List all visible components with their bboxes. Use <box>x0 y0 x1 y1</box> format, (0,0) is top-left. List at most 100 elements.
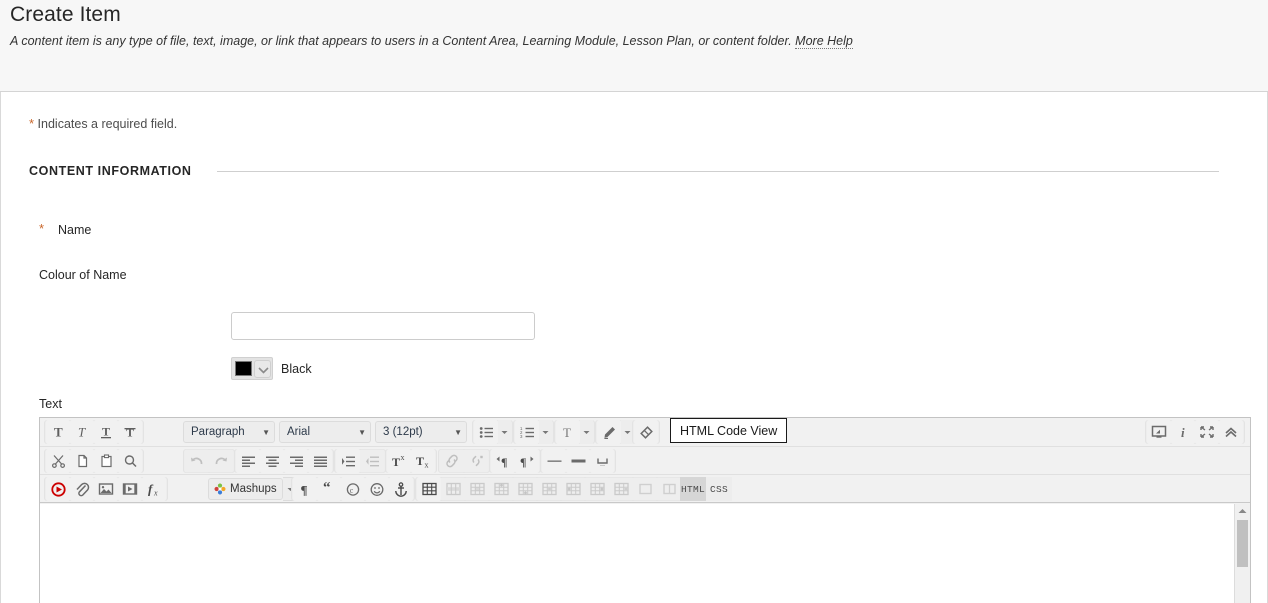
copy-icon[interactable] <box>70 449 94 473</box>
svg-text:T: T <box>54 425 63 440</box>
editor-content-area[interactable] <box>40 504 1250 603</box>
cut-scissors-icon[interactable] <box>46 449 70 473</box>
attach-paperclip-icon[interactable] <box>70 477 94 501</box>
section-title: CONTENT INFORMATION <box>29 164 204 178</box>
align-right-icon[interactable] <box>284 449 308 473</box>
css-view-button[interactable]: CSS <box>706 477 732 501</box>
math-formula-icon[interactable]: f x <box>142 477 166 501</box>
name-label: Name <box>58 223 91 237</box>
unlink-icon[interactable] <box>464 449 488 473</box>
preview-screen-icon[interactable] <box>1147 420 1171 444</box>
font-family-select[interactable]: Arial▼ <box>279 421 371 443</box>
insert-media-icon[interactable] <box>118 477 142 501</box>
numbered-list-dropdown-icon[interactable] <box>539 420 552 444</box>
bullet-list-dropdown-icon[interactable] <box>498 420 511 444</box>
horizontal-rule-thin-icon[interactable] <box>542 449 566 473</box>
svg-text:3: 3 <box>520 434 523 439</box>
strikethrough-icon[interactable]: T <box>118 420 142 444</box>
chevron-down-icon: ▼ <box>262 428 270 437</box>
info-icon[interactable]: i <box>1171 420 1195 444</box>
text-field-label: Text <box>39 397 62 411</box>
collapse-toolbar-chevron-icon[interactable] <box>1219 420 1243 444</box>
name-input[interactable] <box>231 312 535 340</box>
subscript-icon[interactable]: Tx <box>411 449 435 473</box>
colour-picker[interactable] <box>231 357 273 380</box>
anchor-icon[interactable] <box>389 477 413 501</box>
name-required-asterisk: * <box>39 221 44 236</box>
rtl-paragraph-icon[interactable]: ¶ <box>515 449 539 473</box>
editor-toolbar-row-1: T T T T Paragraph ▼ <box>40 418 1250 447</box>
remove-formatting-eraser-icon[interactable] <box>634 420 658 444</box>
table-row-properties-icon[interactable] <box>441 477 465 501</box>
svg-text:x: x <box>153 488 158 497</box>
chevron-down-icon[interactable] <box>254 360 271 378</box>
redo-icon[interactable] <box>209 449 233 473</box>
colour-swatch[interactable] <box>235 361 252 376</box>
horizontal-rule-thick-icon[interactable] <box>566 449 590 473</box>
link-icon[interactable] <box>440 449 464 473</box>
fullscreen-expand-icon[interactable] <box>1195 420 1219 444</box>
insert-image-icon[interactable] <box>94 477 118 501</box>
svg-text:x: x <box>424 461 428 469</box>
content-panel: * Indicates a required field. CONTENT IN… <box>0 92 1268 603</box>
svg-text:T: T <box>563 425 571 440</box>
paragraph-style-value: Paragraph <box>191 426 245 438</box>
copyright-icon[interactable]: c <box>341 477 365 501</box>
superscript-icon[interactable]: Tx <box>387 449 411 473</box>
non-breaking-space-icon[interactable] <box>590 449 614 473</box>
rich-text-editor: T T T T Paragraph ▼ <box>39 417 1251 603</box>
search-icon[interactable] <box>118 449 142 473</box>
svg-text:¶: ¶ <box>301 482 308 497</box>
paragraph-style-select[interactable]: Paragraph ▼ <box>183 421 275 443</box>
insert-table-icon[interactable] <box>417 477 441 501</box>
mashups-label: Mashups <box>230 483 277 495</box>
text-color-icon[interactable]: T <box>556 420 580 444</box>
page-description: A content item is any type of file, text… <box>10 34 853 48</box>
svg-text:T: T <box>416 454 424 468</box>
text-color-dropdown-icon[interactable] <box>580 420 593 444</box>
indent-icon[interactable] <box>336 449 360 473</box>
html-code-view-button[interactable]: HTML <box>680 477 706 501</box>
record-webcam-icon[interactable] <box>46 477 70 501</box>
font-size-select[interactable]: 3 (12pt)▼ <box>375 421 467 443</box>
more-help-link[interactable]: More Help <box>795 34 853 49</box>
emoji-icon[interactable] <box>365 477 389 501</box>
insert-row-after-icon[interactable] <box>513 477 537 501</box>
outdent-icon[interactable] <box>360 449 384 473</box>
split-cells-icon[interactable] <box>657 477 681 501</box>
blockquote-icon[interactable]: “ <box>317 477 341 501</box>
editor-toolbar-row-2: Tx Tx <box>40 447 1250 475</box>
align-left-icon[interactable] <box>236 449 260 473</box>
highlight-pen-icon[interactable] <box>597 420 621 444</box>
paste-icon[interactable] <box>94 449 118 473</box>
mashups-button[interactable]: Mashups <box>208 478 283 500</box>
editor-scrollbar[interactable] <box>1234 504 1250 603</box>
svg-text:T: T <box>126 426 134 440</box>
svg-text:“: “ <box>323 482 331 496</box>
html-code-view-tooltip: HTML Code View <box>670 418 787 443</box>
insert-column-after-icon[interactable] <box>585 477 609 501</box>
insert-column-before-icon[interactable] <box>561 477 585 501</box>
scroll-up-arrow-icon[interactable] <box>1235 504 1250 518</box>
bold-icon[interactable]: T <box>46 420 70 444</box>
page-header: Create Item A content item is any type o… <box>0 0 1268 92</box>
undo-icon[interactable] <box>185 449 209 473</box>
svg-text:T: T <box>392 455 400 468</box>
numbered-list-icon[interactable]: 1 2 3 <box>515 420 539 444</box>
merge-cells-icon[interactable] <box>633 477 657 501</box>
align-center-icon[interactable] <box>260 449 284 473</box>
scrollbar-thumb[interactable] <box>1237 520 1248 567</box>
delete-row-icon[interactable] <box>537 477 561 501</box>
italic-icon[interactable]: T <box>70 420 94 444</box>
delete-column-icon[interactable] <box>609 477 633 501</box>
underline-icon[interactable]: T <box>94 420 118 444</box>
svg-text:¶: ¶ <box>501 455 507 468</box>
ltr-paragraph-icon[interactable]: ¶ <box>491 449 515 473</box>
insert-row-before-icon[interactable] <box>489 477 513 501</box>
create-item-page: Create Item A content item is any type o… <box>0 0 1268 603</box>
bullet-list-icon[interactable] <box>474 420 498 444</box>
paragraph-mark-icon[interactable]: ¶ <box>293 477 317 501</box>
justify-icon[interactable] <box>308 449 332 473</box>
table-cell-properties-icon[interactable] <box>465 477 489 501</box>
editor-toolbar-row-3: f x Mashups <box>40 475 1250 503</box>
